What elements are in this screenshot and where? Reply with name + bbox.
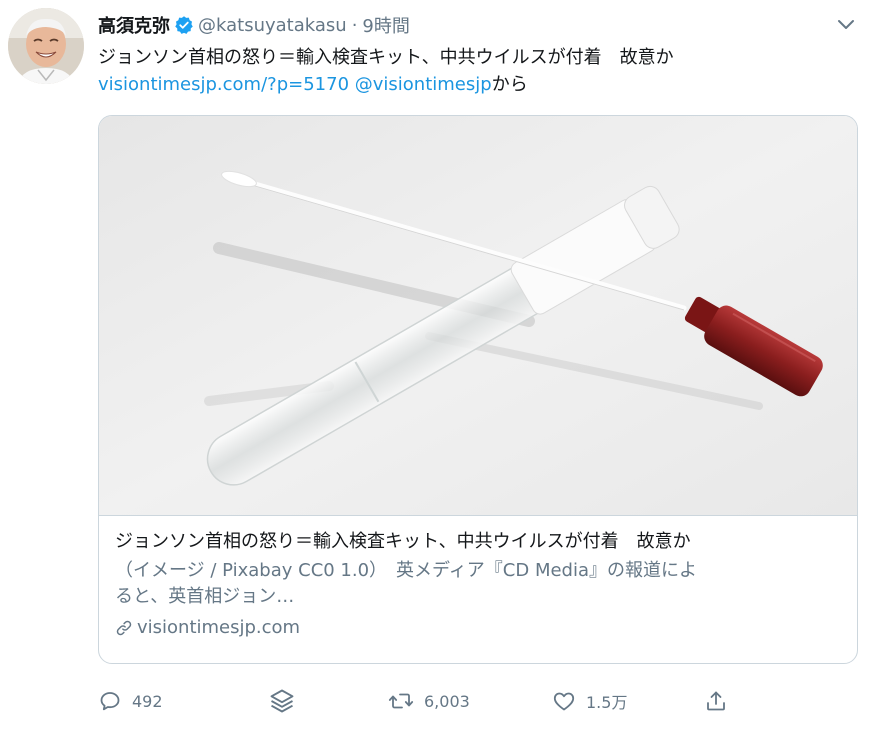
tweet: 高須克弥 @katsuyatakasu · 9時間 ジョンソン首相の怒り＝輸入検… (0, 0, 874, 730)
retweet-count: 6,003 (424, 691, 470, 711)
card-description-line: （イメージ / Pixabay CC0 1.0） 英メディア『CD Media』… (115, 560, 698, 581)
card-image[interactable] (99, 116, 857, 516)
tweet-text: ジョンソン首相の怒り＝輸入検査キット、中共ウイルスが付着 故意か visiont… (98, 44, 848, 98)
card-domain-label: visiontimesjp.com (137, 617, 301, 638)
share-button[interactable] (704, 686, 738, 716)
heart-icon (553, 692, 575, 711)
tweet-url-link[interactable]: visiontimesjp.com/?p=5170 (98, 74, 349, 95)
reply-icon (100, 692, 120, 711)
tweet-timestamp[interactable]: 9時間 (362, 12, 409, 38)
retweet-icon (388, 693, 414, 709)
tweet-actions: 492 6,003 1.5万 (98, 686, 858, 716)
tweet-links-line: visiontimesjp.com/?p=5170 @visiontimesjp… (98, 71, 848, 98)
share-icon (707, 691, 725, 711)
card-body: ジョンソン首相の怒り＝輸入検査キット、中共ウイルスが付着 故意か （イメージ /… (115, 529, 845, 641)
like-count: 1.5万 (586, 693, 628, 712)
reply-count: 492 (132, 691, 163, 711)
card-description-line: ると、英首相ジョン… (115, 586, 295, 607)
stack-button[interactable] (268, 686, 306, 716)
like-button[interactable]: 1.5万 (552, 686, 627, 716)
mention-link[interactable]: @visiontimesjp (355, 74, 492, 95)
separator-dot: · (351, 14, 358, 36)
link-preview-card[interactable]: ジョンソン首相の怒り＝輸入検査キット、中共ウイルスが付着 故意か （イメージ /… (98, 115, 858, 664)
chevron-down-icon[interactable] (834, 12, 858, 36)
author-handle[interactable]: @katsuyatakasu (198, 15, 347, 36)
link-icon (116, 620, 132, 636)
via-suffix: から (491, 74, 528, 95)
retweet-button[interactable]: 6,003 (388, 686, 470, 716)
card-title[interactable]: ジョンソン首相の怒り＝輸入検査キット、中共ウイルスが付着 故意か (115, 529, 845, 555)
card-domain[interactable]: visiontimesjp.com (115, 615, 845, 641)
tweet-header: 高須克弥 @katsuyatakasu · 9時間 (98, 12, 410, 38)
avatar[interactable] (8, 8, 84, 84)
reply-button[interactable]: 492 (98, 686, 163, 716)
card-description: （イメージ / Pixabay CC0 1.0） 英メディア『CD Media』… (115, 558, 845, 610)
tweet-text-line: ジョンソン首相の怒り＝輸入検査キット、中共ウイルスが付着 故意か (98, 47, 674, 68)
stack-icon (270, 689, 294, 713)
verified-badge-icon (174, 15, 194, 35)
author-name[interactable]: 高須克弥 (98, 12, 170, 38)
